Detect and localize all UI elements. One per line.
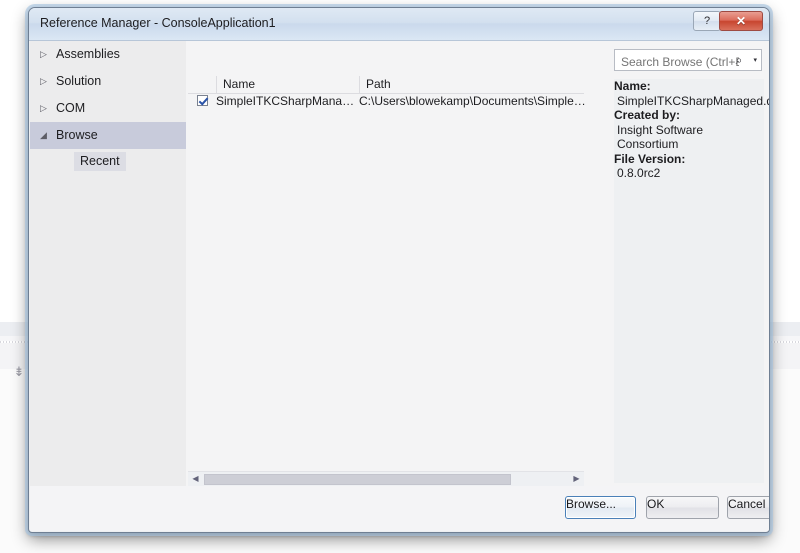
list-rows: SimpleITKCSharpManag... C:\Users\bloweka…: [188, 93, 587, 473]
sidebar-item-browse[interactable]: ◢ Browse: [30, 122, 186, 149]
reference-list: Name Path SimpleITKCSharpManag... C:\Use…: [188, 76, 587, 487]
details-fileversion-label: File Version:: [614, 151, 686, 166]
sidebar-item-solution[interactable]: ▷ Solution: [30, 68, 186, 95]
details-createdby-label: Created by:: [614, 108, 681, 122]
column-header-name[interactable]: Name: [216, 76, 359, 93]
sidebar-item-label: Recent: [74, 152, 126, 171]
column-header-check[interactable]: [188, 76, 216, 93]
checkbox-checked-icon[interactable]: [197, 95, 208, 106]
scroll-left-arrow-icon[interactable]: ◀: [188, 472, 203, 487]
search-box[interactable]: ⌕ ▾: [614, 49, 762, 71]
list-column-headers: Name Path: [188, 76, 584, 94]
ok-button[interactable]: OK: [646, 496, 719, 519]
sidebar-item-com[interactable]: ▷ COM: [30, 95, 186, 122]
details-name-value: SimpleITKCSharpManaged.dll: [617, 93, 770, 108]
details-panel: Name: SimpleITKCSharpManaged.dll Created…: [614, 79, 770, 483]
chevron-right-icon: ▷: [40, 49, 47, 59]
details-fileversion-value: 0.8.0rc2: [617, 166, 661, 180]
sidebar-item-label: COM: [56, 101, 86, 115]
sidebar-item-label: Assemblies: [56, 47, 120, 61]
details-name-label: Name:: [614, 79, 651, 93]
dialog-footer: Browse... OK Cancel: [30, 486, 769, 531]
help-button[interactable]: ?: [693, 11, 721, 31]
chevron-down-icon: ◢: [40, 130, 47, 140]
navigation-tree: ▷ Assemblies ▷ Solution ▷ COM ◢ Browse R…: [30, 41, 186, 486]
chevron-down-icon[interactable]: ▾: [753, 56, 757, 64]
search-input[interactable]: [619, 53, 741, 71]
sidebar-item-label: Browse: [56, 128, 98, 142]
table-row[interactable]: SimpleITKCSharpManag... C:\Users\bloweka…: [188, 93, 587, 110]
sidebar-item-recent[interactable]: Recent: [30, 149, 186, 173]
dialog-body: ▷ Assemblies ▷ Solution ▷ COM ◢ Browse R…: [30, 41, 770, 487]
scroll-right-arrow-icon[interactable]: ▶: [569, 472, 584, 487]
scrollbar-thumb[interactable]: [204, 474, 511, 485]
details-createdby-value: Insight Software Consortium: [617, 122, 704, 152]
browse-button[interactable]: Browse...: [565, 496, 636, 519]
row-name-cell: SimpleITKCSharpManag...: [216, 94, 356, 108]
close-button[interactable]: ✕: [719, 11, 763, 31]
title-bar: Reference Manager - ConsoleApplication1 …: [29, 8, 769, 41]
column-header-path[interactable]: Path: [359, 76, 584, 93]
chevron-right-icon: ▷: [40, 76, 47, 86]
search-icon[interactable]: ⌕: [732, 53, 746, 67]
row-path-cell: C:\Users\blowekamp\Documents\SimpleITK: [359, 94, 587, 108]
reference-manager-dialog: Reference Manager - ConsoleApplication1 …: [28, 7, 770, 533]
horizontal-scrollbar[interactable]: ◀ ▶: [188, 471, 584, 487]
window-title: Reference Manager - ConsoleApplication1: [40, 16, 276, 30]
sidebar-item-label: Solution: [56, 74, 102, 88]
sidebar-item-assemblies[interactable]: ▷ Assemblies: [30, 41, 186, 68]
chevron-right-icon: ▷: [40, 103, 47, 113]
row-checkbox-cell: [188, 93, 216, 110]
cancel-button[interactable]: Cancel: [727, 496, 769, 519]
